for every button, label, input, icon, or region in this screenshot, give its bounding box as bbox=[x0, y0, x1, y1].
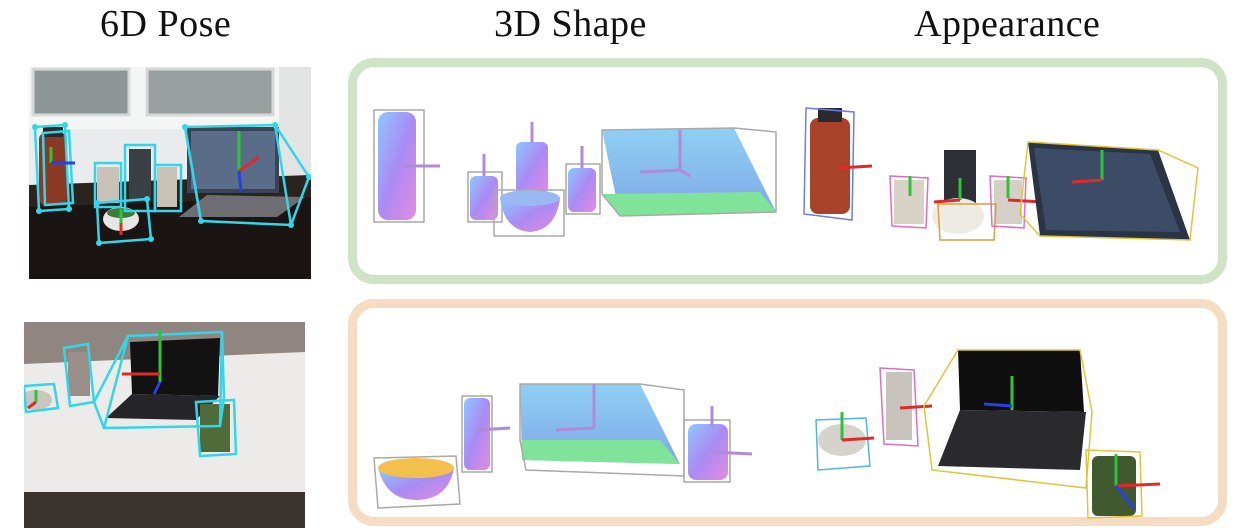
shape-can-2-top bbox=[516, 122, 548, 194]
shape-can-3-top bbox=[565, 146, 601, 215]
appearance-laptop-top bbox=[1019, 141, 1199, 241]
appearance-bottle-top bbox=[803, 107, 873, 221]
appearance-cans-mug-top bbox=[889, 150, 1045, 241]
shape-can-1-top bbox=[467, 154, 503, 223]
shape-bowl-bottom bbox=[373, 455, 461, 509]
shape-and-appearance-renders bbox=[373, 107, 1199, 519]
shape-can-2-bottom bbox=[683, 406, 753, 483]
shape-can-1-bottom bbox=[461, 395, 511, 473]
appearance-bowl-bottom bbox=[815, 412, 875, 471]
shape-laptop-bottom bbox=[519, 383, 685, 477]
appearance-laptop-bottom bbox=[923, 349, 1093, 489]
shape-bottle-top bbox=[373, 109, 440, 223]
shape-laptop-top bbox=[601, 127, 777, 217]
shape-mug-top bbox=[493, 189, 565, 237]
appearance-can-2-bottom bbox=[1085, 449, 1161, 519]
